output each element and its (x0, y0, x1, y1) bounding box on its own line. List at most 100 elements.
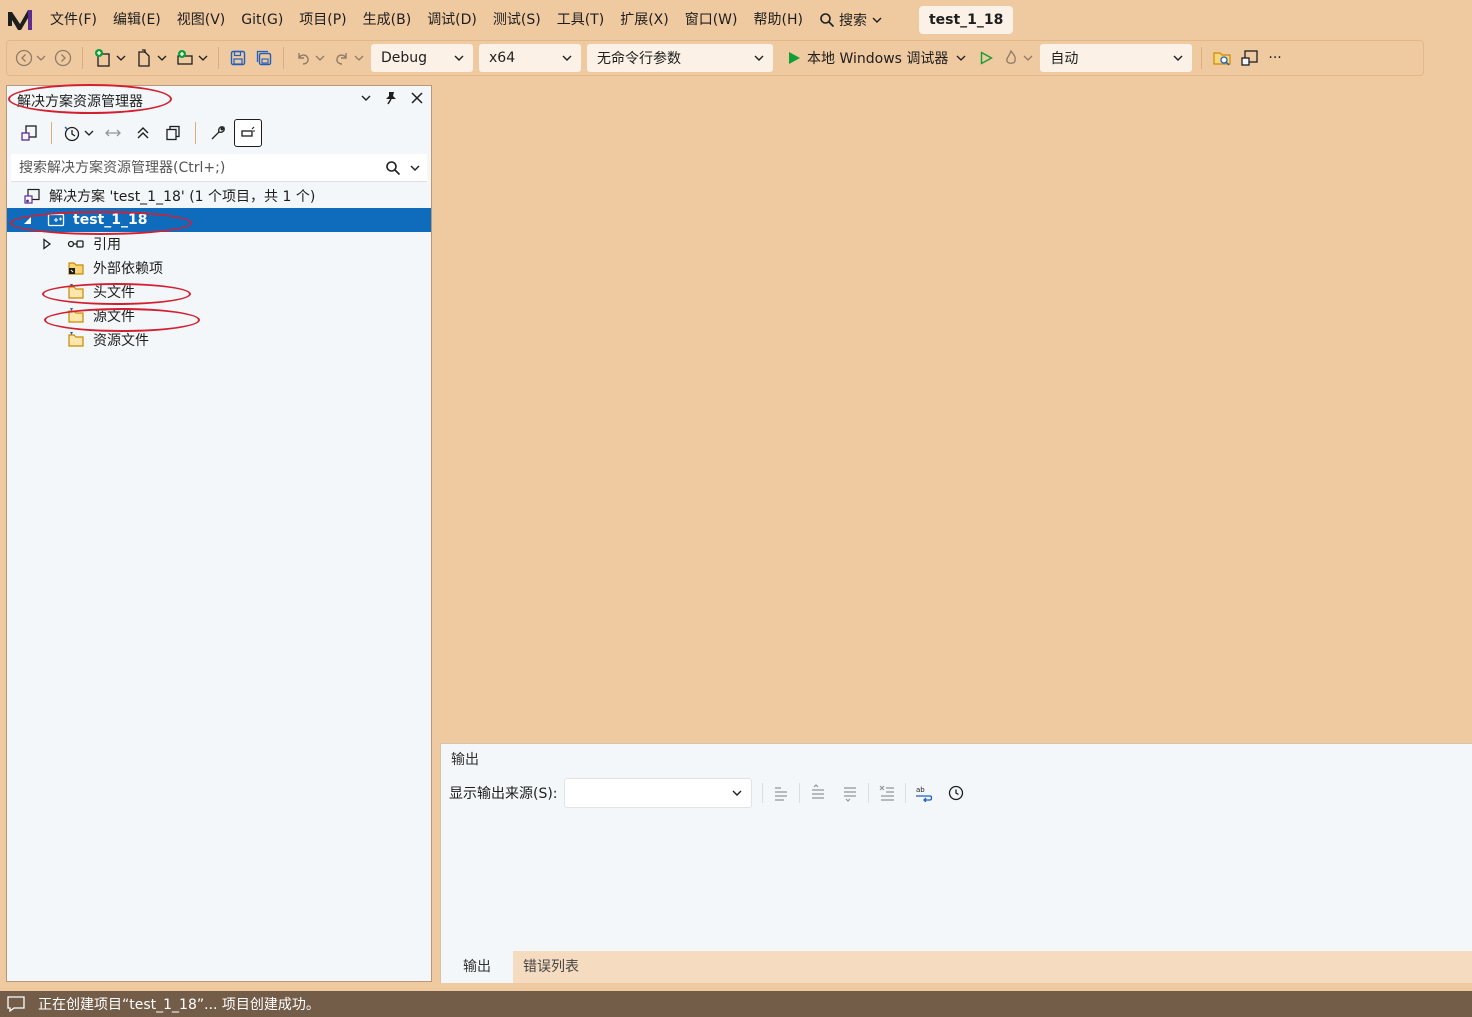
tree-item-references[interactable]: 引用 (7, 232, 431, 256)
show-timestamps-button[interactable] (940, 779, 972, 807)
output-panel-title: 输出 (451, 752, 479, 768)
references-icon (67, 235, 85, 253)
navigate-back-button[interactable] (11, 45, 50, 71)
solution-explorer-button[interactable] (1236, 45, 1264, 71)
output-source-select[interactable] (563, 778, 752, 808)
menu-test[interactable]: 测试(S) (485, 6, 549, 34)
menu-search[interactable]: 搜索 (811, 6, 891, 34)
menu-view[interactable]: 视图(V) (169, 6, 234, 34)
menu-project[interactable]: 项目(P) (291, 6, 354, 34)
folder-search-icon (1212, 48, 1232, 68)
notification-icon[interactable] (6, 995, 26, 1013)
hot-reload-button[interactable] (998, 45, 1037, 71)
solution-tree: 解决方案 'test_1_18' (1 个项目，共 1 个) test_1_18… (7, 184, 431, 352)
menu-tools[interactable]: 工具(T) (549, 6, 612, 34)
find-message-in-code-button[interactable] (765, 779, 797, 807)
menu-build[interactable]: 生成(B) (355, 6, 420, 34)
menu-window[interactable]: 窗口(W) (677, 6, 746, 34)
chevron-down-icon (354, 53, 364, 63)
preview-selected-items-button[interactable] (234, 119, 262, 147)
tree-item-project[interactable]: test_1_18 (7, 208, 431, 232)
menu-search-label: 搜索 (838, 13, 867, 29)
title-bar: 文件(F) 编辑(E) 视图(V) Git(G) 项目(P) 生成(B) 调试(… (0, 0, 1472, 40)
menu-file[interactable]: 文件(F) (42, 6, 105, 34)
chevron-down-icon (731, 787, 743, 799)
output-panel: 输出 显示输出来源(S): ab 输出 错误列表 (440, 743, 1472, 983)
expanded-triangle-icon[interactable] (21, 214, 33, 226)
filter-folder-icon (67, 331, 85, 349)
solution-platform-select[interactable]: x64 (479, 44, 581, 72)
menu-git[interactable]: Git(G) (233, 6, 291, 34)
open-file-icon (134, 48, 154, 68)
sync-with-active-document-button[interactable] (99, 119, 127, 147)
filter-folder-icon (67, 283, 85, 301)
tab-output[interactable]: 输出 (441, 951, 513, 983)
list-down-icon (841, 784, 859, 802)
chevron-down-icon (1172, 52, 1184, 64)
tree-item-label: 资源文件 (93, 333, 149, 349)
tree-item-label: test_1_18 (73, 212, 148, 228)
menu-extensions[interactable]: 扩展(X) (612, 6, 677, 34)
tree-item-header-files[interactable]: 头文件 (7, 280, 431, 304)
new-project-icon (93, 48, 113, 68)
command-line-args-select[interactable]: 无命令行参数 (587, 44, 773, 72)
solution-configuration-select[interactable]: Debug (371, 44, 473, 72)
external-deps-folder-icon (67, 259, 85, 277)
find-in-files-button[interactable] (1208, 45, 1236, 71)
auto-select[interactable]: 自动 (1040, 44, 1193, 72)
start-without-debugging-button[interactable] (974, 45, 998, 71)
pin-icon[interactable] (383, 90, 399, 106)
solution-search-input[interactable] (19, 159, 359, 176)
navigate-forward-button[interactable] (50, 45, 76, 71)
save-button[interactable] (225, 45, 251, 71)
tab-error-list[interactable]: 错误列表 (513, 951, 601, 983)
start-debugging-button[interactable]: 本地 Windows 调试器 (782, 45, 970, 71)
switch-views-button[interactable] (15, 119, 43, 147)
chevron-down-icon[interactable] (409, 162, 421, 174)
chevron-down-icon (84, 128, 94, 138)
cpp-project-icon (47, 211, 65, 229)
solution-explorer-icon (1240, 48, 1260, 68)
collapsed-triangle-icon[interactable] (41, 238, 53, 250)
new-project-button[interactable] (89, 45, 130, 71)
undo-button[interactable] (290, 45, 329, 71)
run-target-label: 本地 Windows 调试器 (807, 51, 949, 67)
toolbar-overflow-button[interactable]: ··· (1264, 45, 1285, 71)
solution-explorer-header: 解决方案资源管理器 (7, 86, 431, 116)
solution-name-tab[interactable]: test_1_18 (918, 6, 1014, 34)
tree-item-solution[interactable]: 解决方案 'test_1_18' (1 个项目，共 1 个) (7, 184, 431, 208)
redo-button[interactable] (329, 45, 368, 71)
pending-changes-filter-button[interactable] (60, 119, 97, 147)
menu-edit[interactable]: 编辑(E) (105, 6, 169, 34)
search-icon[interactable] (385, 160, 401, 176)
close-icon[interactable] (409, 90, 425, 106)
tree-item-resource-files[interactable]: 资源文件 (7, 328, 431, 352)
tree-item-source-files[interactable]: 源文件 (7, 304, 431, 328)
output-source-label: 显示输出来源(S): (449, 786, 558, 802)
save-all-button[interactable] (251, 45, 277, 71)
toolbar-separator (798, 783, 800, 803)
menu-debug[interactable]: 调试(D) (419, 6, 485, 34)
clear-all-button[interactable] (871, 779, 903, 807)
show-all-files-button[interactable] (159, 119, 187, 147)
back-arrow-icon (15, 49, 33, 67)
toolbar-separator (1201, 47, 1203, 69)
word-wrap-icon: ab (914, 784, 934, 802)
collapse-all-icon (134, 124, 152, 142)
menu-help[interactable]: 帮助(H) (746, 6, 811, 34)
open-file-button[interactable] (130, 45, 171, 71)
preview-icon (239, 124, 257, 142)
chevron-down-icon[interactable] (359, 91, 373, 105)
add-item-icon (175, 48, 195, 68)
previous-message-button[interactable] (802, 779, 834, 807)
solution-explorer-search (11, 154, 427, 182)
visual-studio-logo-icon[interactable] (6, 6, 34, 34)
tree-item-external-deps[interactable]: 外部依赖项 (7, 256, 431, 280)
collapse-all-button[interactable] (129, 119, 157, 147)
tree-item-label: 引用 (93, 237, 121, 253)
properties-button[interactable] (204, 119, 232, 147)
toggle-word-wrap-button[interactable]: ab (908, 779, 940, 807)
add-item-button[interactable] (171, 45, 212, 71)
standard-toolbar: Debug x64 无命令行参数 本地 Windows 调试器 自动 ··· (6, 40, 1424, 76)
next-message-button[interactable] (834, 779, 866, 807)
